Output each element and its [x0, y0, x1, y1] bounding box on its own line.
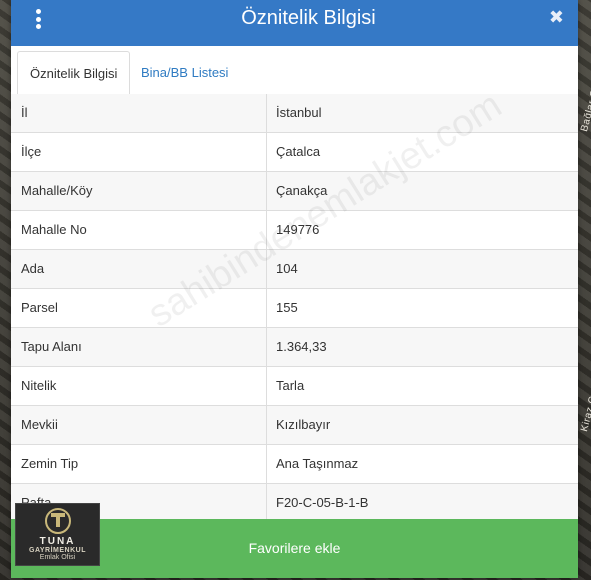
row-value: 1.364,33: [276, 339, 327, 354]
tab-bar: Öznitelik Bilgisi Bina/BB Listesi: [11, 46, 578, 96]
dialog-header: Öznitelik Bilgisi ✖: [11, 0, 578, 46]
row-key: Mahalle/Köy: [11, 172, 267, 210]
table-row: Mevkii Kızılbayır: [11, 406, 578, 445]
row-key: Tapu Alanı: [11, 328, 267, 366]
logo-subtitle-2: Emlak Ofisi: [39, 554, 76, 561]
row-key: İl: [11, 94, 267, 132]
row-value: İstanbul: [276, 105, 322, 120]
row-key: Mahalle No: [11, 211, 267, 249]
row-value: Tarla: [276, 378, 305, 393]
row-value: Çatalca: [276, 144, 321, 159]
logo-subtitle: GAYRİMENKUL: [29, 547, 86, 554]
table-row: Mahalle/Köy Çanakça: [11, 172, 578, 211]
row-key: Zemin Tip: [11, 445, 267, 483]
agency-logo: TUNA GAYRİMENKUL Emlak Ofisi: [15, 503, 100, 566]
attribute-table: İl İstanbul İlçe Çatalca Mahalle/Köy Çan…: [11, 94, 578, 523]
row-value: Ana Taşınmaz: [276, 456, 359, 471]
table-row: İl İstanbul: [11, 94, 578, 133]
row-key: Nitelik: [11, 367, 267, 405]
tab-building-list[interactable]: Bina/BB Listesi: [129, 51, 240, 94]
table-row: Nitelik Tarla: [11, 367, 578, 406]
row-value: 149776: [276, 222, 320, 237]
row-value: Kızılbayır: [276, 417, 331, 432]
row-value: F20-C-05-B-1-B: [276, 495, 369, 510]
row-key: Parsel: [11, 289, 267, 327]
row-key: Mevkii: [11, 406, 267, 444]
row-value: 155: [276, 300, 298, 315]
logo-emblem-icon: [44, 508, 71, 534]
table-row: Parsel 155: [11, 289, 578, 328]
table-row: Zemin Tip Ana Taşınmaz: [11, 445, 578, 484]
tab-attribute-info[interactable]: Öznitelik Bilgisi: [17, 51, 131, 96]
logo-name: TUNA: [39, 536, 76, 547]
attribute-info-dialog: Öznitelik Bilgisi ✖ Öznitelik Bilgisi Bi…: [11, 0, 578, 578]
row-value: Çanakça: [276, 183, 328, 198]
row-key: Ada: [11, 250, 267, 288]
row-value: 104: [276, 261, 298, 276]
dialog-title: Öznitelik Bilgisi: [241, 7, 376, 29]
table-row: Tapu Alanı 1.364,33: [11, 328, 578, 367]
row-key: İlçe: [11, 133, 267, 171]
table-row: Ada 104: [11, 250, 578, 289]
close-icon[interactable]: ✖: [549, 8, 564, 26]
table-row: İlçe Çatalca: [11, 133, 578, 172]
table-row: Mahalle No 149776: [11, 211, 578, 250]
